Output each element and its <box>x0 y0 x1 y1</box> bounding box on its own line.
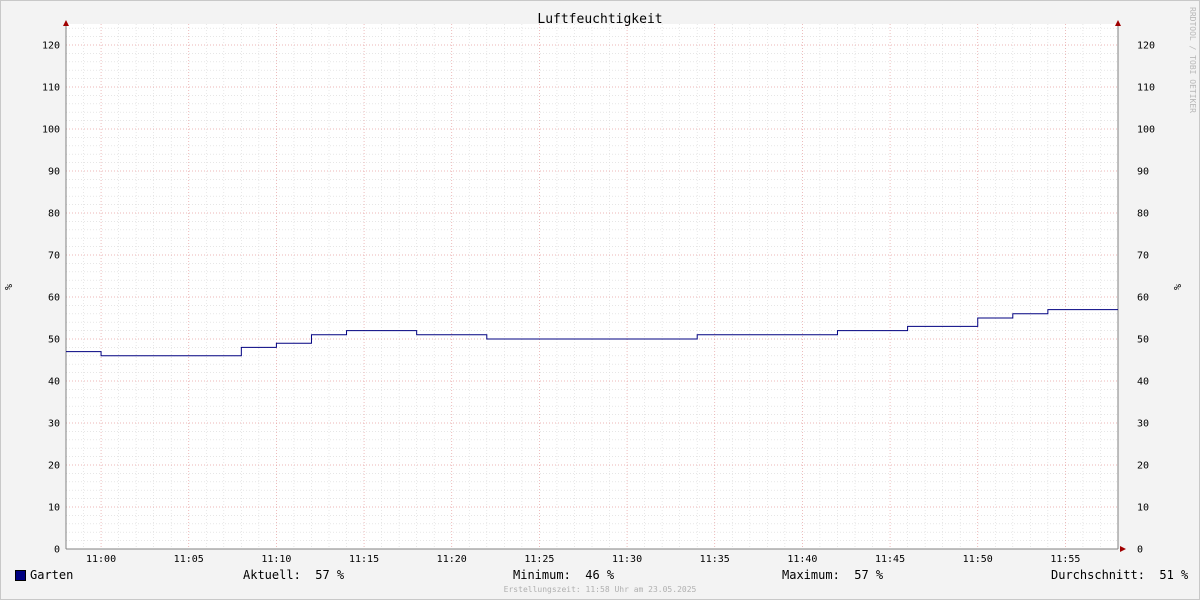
legend-current: Aktuell: 57 % <box>243 568 344 582</box>
legend-average-label: Durchschnitt: <box>1051 568 1145 582</box>
y-tick-label-left: 110 <box>42 83 60 94</box>
y-tick-label-left: 50 <box>48 335 60 346</box>
y-tick-label-left: 70 <box>48 251 60 262</box>
y-tick-label-left: 40 <box>48 377 60 388</box>
y-tick-label-right: 110 <box>1137 83 1155 94</box>
y-axis-arrow-left <box>63 20 69 26</box>
humidity-chart: 0 0 10 10 20 20 30 30 40 40 50 50 60 60 70 70 80 80 90 90 10… <box>4 7 1197 565</box>
y-tick-label-right: 90 <box>1137 167 1149 178</box>
y-tick-label-right: 40 <box>1137 377 1149 388</box>
x-tick-label: 11:30 <box>612 554 642 565</box>
y-tick-label-left: 0 <box>54 545 60 556</box>
x-tick-label: 11:55 <box>1050 554 1080 565</box>
x-tick-label: 11:20 <box>437 554 467 565</box>
x-tick-label: 11:10 <box>261 554 291 565</box>
y-axis-label-right: % <box>1173 284 1184 290</box>
legend-average-value: 51 % <box>1159 568 1189 582</box>
y-tick-label-right: 120 <box>1137 41 1155 52</box>
legend-maximum: Maximum: 57 % <box>782 568 883 582</box>
legend-minimum-value: 46 % <box>585 568 615 582</box>
y-tick-label-right: 100 <box>1137 125 1155 136</box>
y-tick-label-left: 60 <box>48 293 60 304</box>
x-tick-label: 11:50 <box>963 554 993 565</box>
x-tick-label: 11:00 <box>86 554 116 565</box>
y-tick-label-left: 90 <box>48 167 60 178</box>
legend-minimum: Minimum: 46 % <box>513 568 614 582</box>
y-axis-label-left: % <box>4 284 15 290</box>
y-tick-label-left: 100 <box>42 125 60 136</box>
x-tick-label: 11:05 <box>174 554 204 565</box>
y-tick-label-right: 70 <box>1137 251 1149 262</box>
legend-swatch <box>15 570 26 581</box>
y-tick-label-left: 30 <box>48 419 60 430</box>
x-tick-label: 11:15 <box>349 554 379 565</box>
legend-minimum-label: Minimum: <box>513 568 571 582</box>
legend-current-value: 57 % <box>315 568 345 582</box>
footer-timestamp: Erstellungszeit: 11:58 Uhr am 23.05.2025 <box>503 585 697 594</box>
x-tick-label: 11:25 <box>524 554 554 565</box>
watermark: RRDTOOL / TOBI OETIKER <box>1188 7 1197 113</box>
y-tick-label-left: 10 <box>48 503 60 514</box>
y-axis-arrow-right <box>1115 20 1121 26</box>
y-tick-label-left: 20 <box>48 461 60 472</box>
legend-maximum-value: 57 % <box>854 568 884 582</box>
y-tick-label-left: 120 <box>42 41 60 52</box>
legend-maximum-label: Maximum: <box>782 568 840 582</box>
y-tick-label-right: 60 <box>1137 293 1149 304</box>
x-tick-label: 11:45 <box>875 554 905 565</box>
legend-series-name: Garten <box>30 568 74 582</box>
x-axis-arrow <box>1120 546 1126 552</box>
y-tick-label-right: 10 <box>1137 503 1149 514</box>
y-tick-label-right: 0 <box>1137 545 1143 556</box>
y-tick-label-right: 80 <box>1137 209 1149 220</box>
x-tick-label: 11:40 <box>787 554 817 565</box>
legend-average: Durchschnitt: 51 % <box>1051 568 1188 582</box>
x-tick-label: 11:35 <box>700 554 730 565</box>
y-tick-label-left: 80 <box>48 209 60 220</box>
chart-title: Luftfeuchtigkeit <box>537 12 662 27</box>
y-tick-label-right: 20 <box>1137 461 1149 472</box>
legend-current-label: Aktuell: <box>243 568 301 582</box>
y-tick-label-right: 30 <box>1137 419 1149 430</box>
y-tick-label-right: 50 <box>1137 335 1149 346</box>
